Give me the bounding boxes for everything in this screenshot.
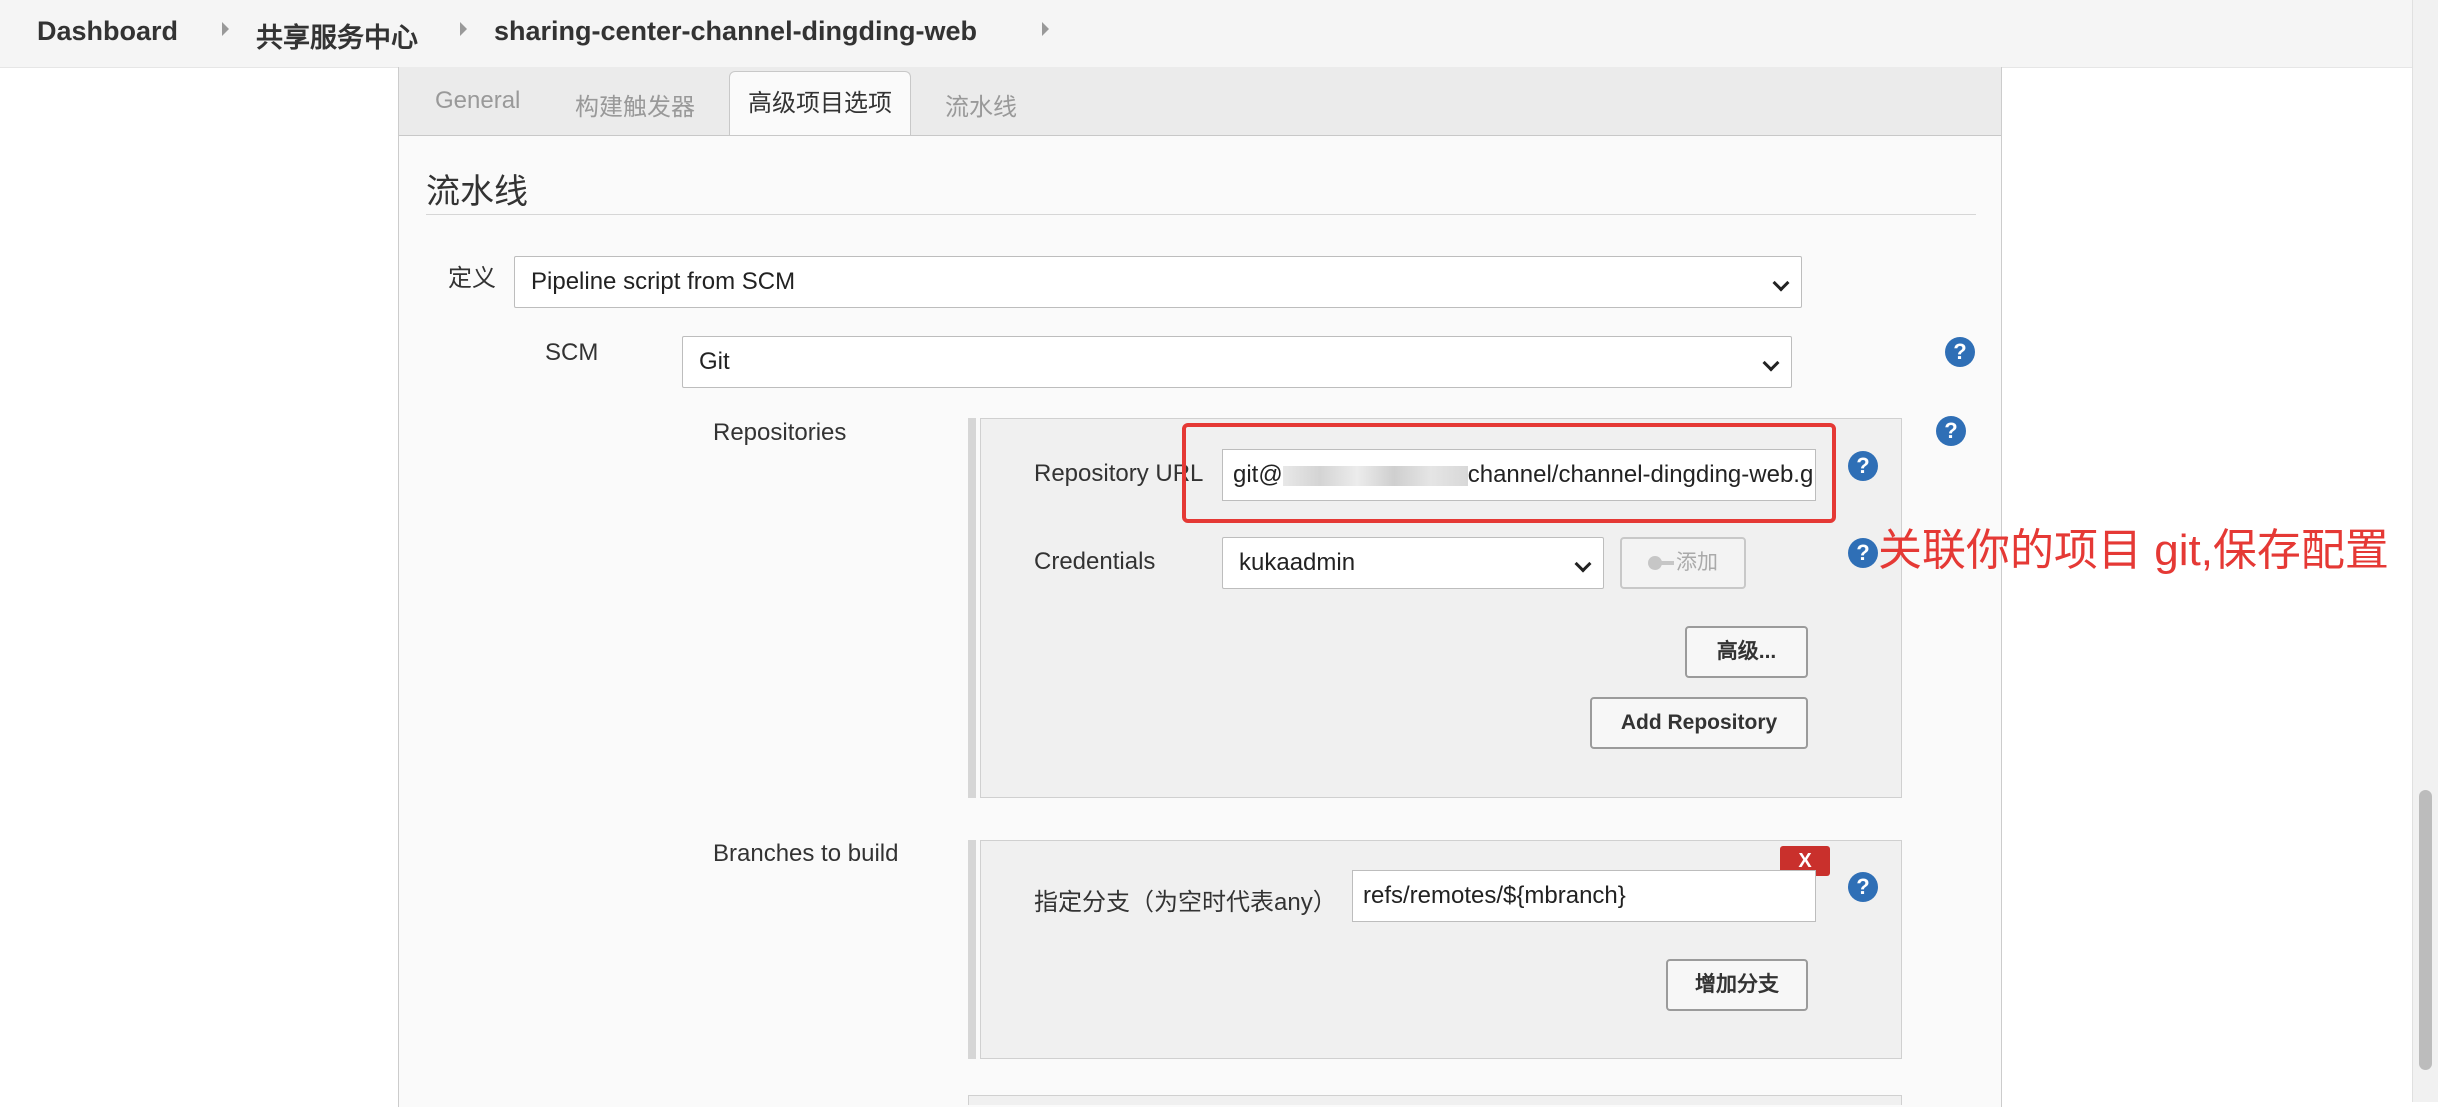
branch-specifier-label: 指定分支（为空时代表any） — [1034, 889, 1337, 916]
breadcrumb-dashboard[interactable]: Dashboard — [37, 16, 178, 47]
branches-label: Branches to build — [713, 840, 899, 867]
repository-url-label: Repository URL — [1034, 460, 1204, 487]
scm-value: Git — [699, 348, 730, 375]
add-repository-button[interactable]: Add Repository — [1590, 697, 1808, 749]
scrollbar-thumb[interactable] — [2419, 790, 2432, 1070]
chevron-down-icon — [1772, 274, 1790, 292]
definition-label: 定义 — [448, 265, 496, 292]
tab-build-triggers[interactable]: 构建触发器 — [575, 87, 695, 122]
breadcrumb-separator-icon — [222, 22, 229, 36]
key-icon — [1648, 556, 1674, 571]
tab-general[interactable]: General — [435, 87, 520, 115]
definition-select[interactable]: Pipeline script from SCM — [514, 256, 1802, 308]
repository-url-help-icon[interactable]: ? — [1848, 451, 1878, 481]
section-divider — [426, 214, 1976, 215]
credentials-select[interactable]: kukaadmin — [1222, 537, 1604, 589]
chevron-down-icon — [1762, 354, 1780, 372]
advanced-button[interactable]: 高级... — [1685, 626, 1808, 678]
scm-help-icon[interactable]: ? — [1945, 337, 1975, 367]
repositories-edge — [968, 418, 976, 798]
branches-edge — [968, 840, 976, 1059]
scm-label: SCM — [545, 339, 599, 366]
add-credentials-button[interactable]: 添加 — [1620, 537, 1746, 589]
tab-bar: General 构建触发器 高级项目选项 流水线 — [399, 67, 2001, 136]
breadcrumb-dropdown-icon[interactable] — [1042, 22, 1049, 36]
definition-value: Pipeline script from SCM — [531, 268, 796, 295]
section-title: 流水线 — [426, 173, 528, 211]
next-section-box — [968, 1095, 1902, 1105]
add-credentials-label: 添加 — [1676, 551, 1718, 574]
branch-specifier-input[interactable]: refs/remotes/${mbranch} — [1352, 870, 1816, 922]
chevron-down-icon — [1574, 555, 1592, 573]
repositories-help-icon[interactable]: ? — [1936, 416, 1966, 446]
scrollbar[interactable] — [2412, 0, 2438, 1102]
credentials-label: Credentials — [1034, 548, 1156, 575]
branch-specifier-help-icon[interactable]: ? — [1848, 872, 1878, 902]
breadcrumb-project[interactable]: sharing-center-channel-dingding-web — [494, 16, 977, 47]
credentials-value: kukaadmin — [1239, 549, 1356, 576]
tab-advanced-project-options[interactable]: 高级项目选项 — [729, 71, 911, 135]
annotation-highlight-box — [1182, 423, 1836, 523]
tab-pipeline[interactable]: 流水线 — [945, 87, 1017, 122]
repositories-label: Repositories — [713, 419, 847, 446]
breadcrumb: Dashboard 共享服务中心 sharing-center-channel-… — [0, 0, 2412, 68]
credentials-help-icon[interactable]: ? — [1848, 538, 1878, 568]
breadcrumb-separator-icon — [460, 22, 467, 36]
scm-select[interactable]: Git — [682, 336, 1792, 388]
breadcrumb-sharing-center[interactable]: 共享服务中心 — [256, 16, 418, 55]
add-branch-button[interactable]: 增加分支 — [1666, 959, 1808, 1011]
annotation-text: 关联你的项目 git,保存配置 — [1878, 526, 2389, 575]
